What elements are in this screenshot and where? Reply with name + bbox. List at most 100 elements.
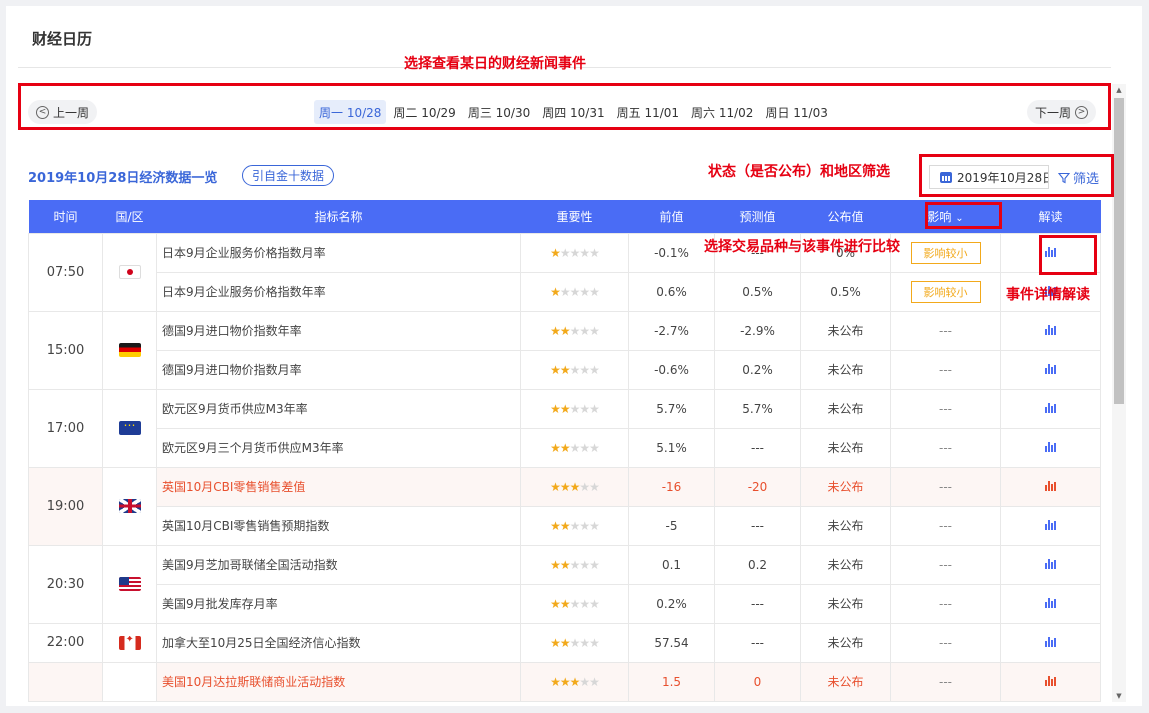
day-tab[interactable]: 周二 10/29 [388,100,460,124]
calendar-panel: 财经日历 < 上一周 周一 10/28 周二 10/29 周三 10/30 周四 10… [6,6,1142,706]
header-previous: 前值 [628,200,715,233]
star-icon: ★ [579,557,590,572]
forecast-value: --- [714,505,801,546]
interpret-cell [1000,388,1101,429]
star-icon: ★ [569,557,581,572]
bar-chart-icon[interactable] [1045,402,1056,413]
table-row: 22:00加拿大至10月25日全国经济信心指数★★★★★57.54---未公布-… [28,622,1101,663]
impact-dropdown[interactable]: 影响 ⌄ [890,200,1001,233]
indicator-name[interactable]: 德国9月进口物价指数年率 [156,310,521,351]
table-row: 德国9月进口物价指数月率 ★★★★★ -0.6% 0.2% 未公布 --- [29,349,1101,390]
bar-chart-icon[interactable] [1045,519,1056,530]
impact-cell: --- [890,349,1001,390]
header-interpret: 解读 [1000,200,1101,233]
star-icon: ★ [589,635,600,650]
previous-value: 1.5 [628,661,715,702]
impact-chip[interactable]: 影响较小 [910,280,981,303]
impact-text: --- [939,479,952,494]
region-cell [102,622,157,663]
indicator-name[interactable]: 欧元区9月三个月货币供应M3年率 [156,427,521,468]
economic-calendar-table: 时间 国/区 指标名称 重要性 前值 预测值 公布值 影响 ⌄ 解读 07:50… [28,200,1101,702]
previous-value: -2.7% [628,310,715,351]
indicator-name[interactable]: 英国10月CBI零售销售预期指数 [156,505,521,546]
actual-value: 未公布 [800,505,891,546]
previous-value: 57.54 [628,622,715,663]
star-icon: ★ [559,401,571,416]
time-cell: 22:00 [28,622,103,663]
filter-icon [1058,172,1070,183]
day-tab[interactable]: 周日 11/03 [760,100,832,124]
scroll-up-arrow-icon[interactable]: ▲ [1112,84,1126,96]
impact-text: --- [939,401,952,416]
previous-value: 0.6% [628,271,715,312]
region-cell [102,310,157,390]
indicator-name[interactable]: 美国9月批发库存月率 [156,583,521,624]
impact-chip[interactable]: 影响较小 [910,241,981,264]
day-tab[interactable]: 周四 10/31 [537,100,609,124]
indicator-name[interactable]: 欧元区9月货币供应M3年率 [156,388,521,429]
region-cell [102,232,157,312]
bar-chart-icon[interactable] [1045,597,1056,608]
star-icon: ★ [579,596,590,611]
table-row: 07:50 日本9月企业服务价格指数月率 ★★★★★ -0.1% --- 0% 影响较小 [28,232,1101,312]
day-tab[interactable]: 周五 11/01 [612,100,684,124]
bar-chart-icon[interactable] [1045,480,1056,491]
header-time: 时间 [28,200,103,233]
impact-text: --- [939,674,952,689]
impact-text: --- [939,518,952,533]
star-rating: ★★★★★ [550,635,600,650]
star-icon: ★ [589,596,600,611]
star-icon: ★ [579,479,590,494]
indicator-name[interactable]: 日本9月企业服务价格指数年率 [156,271,521,312]
day-tab[interactable]: 周三 10/30 [463,100,535,124]
bar-chart-icon[interactable] [1045,363,1056,374]
germany-flag-icon [118,343,141,358]
importance-stars: ★★★★★ [520,622,629,663]
star-icon: ★ [550,674,561,689]
indicator-name[interactable]: 日本9月企业服务价格指数月率 [156,232,521,273]
impact-cell: --- [890,310,1001,351]
prev-week-button[interactable]: < 上一周 [28,100,98,124]
day-tab[interactable]: 周六 11/02 [686,100,758,124]
scroll-thumb[interactable] [1114,98,1124,404]
previous-value: 5.1% [628,427,715,468]
region-cell [102,661,157,702]
importance-stars: ★★★★★ [520,583,629,624]
star-icon: ★ [589,518,600,533]
chevron-left-icon: < [36,105,49,119]
vertical-scrollbar[interactable]: ▲ ▼ [1112,84,1126,702]
impact-cell: --- [890,661,1001,702]
filter-button[interactable]: 筛选 [1058,168,1099,187]
chevron-down-icon: ⌄ [955,212,964,224]
bar-chart-icon[interactable] [1045,636,1056,647]
date-picker[interactable]: 2019年10月28日 [929,165,1049,189]
impact-text: --- [939,323,952,338]
next-week-button[interactable]: 下一周 > [1027,100,1097,124]
header-actual: 公布值 [800,200,891,233]
source-link[interactable]: 引自金十数据 [242,165,335,186]
star-rating: ★★★★★ [550,246,600,260]
star-icon: ★ [550,323,561,338]
star-icon: ★ [589,323,600,338]
actual-value: 未公布 [800,544,891,585]
bar-chart-icon[interactable] [1045,675,1056,686]
scroll-down-arrow-icon[interactable]: ▼ [1112,690,1126,702]
calendar-icon [940,171,952,183]
interpret-cell [1000,544,1101,585]
indicator-name[interactable]: 英国10月CBI零售销售差值 [156,466,521,507]
indicator-name[interactable]: 美国9月芝加哥联储全国活动指数 [156,544,521,585]
indicator-name[interactable]: 加拿大至10月25日全国经济信心指数 [156,622,521,663]
forecast-value: --- [714,622,801,663]
star-icon: ★ [559,284,571,299]
star-icon: ★ [569,674,581,689]
bar-chart-icon[interactable] [1045,246,1056,257]
indicator-name[interactable]: 德国9月进口物价指数月率 [156,349,521,390]
bar-chart-icon[interactable] [1045,441,1056,452]
bar-chart-icon[interactable] [1045,558,1056,569]
star-rating: ★★★★★ [550,401,600,416]
day-tab[interactable]: 周一 10/28 [314,100,387,124]
bar-chart-icon[interactable] [1045,324,1056,335]
indicator-name[interactable]: 美国10月达拉斯联储商业活动指数 [156,661,521,702]
next-week-label: 下一周 [1035,105,1072,120]
prev-week-label: 上一周 [53,105,90,120]
